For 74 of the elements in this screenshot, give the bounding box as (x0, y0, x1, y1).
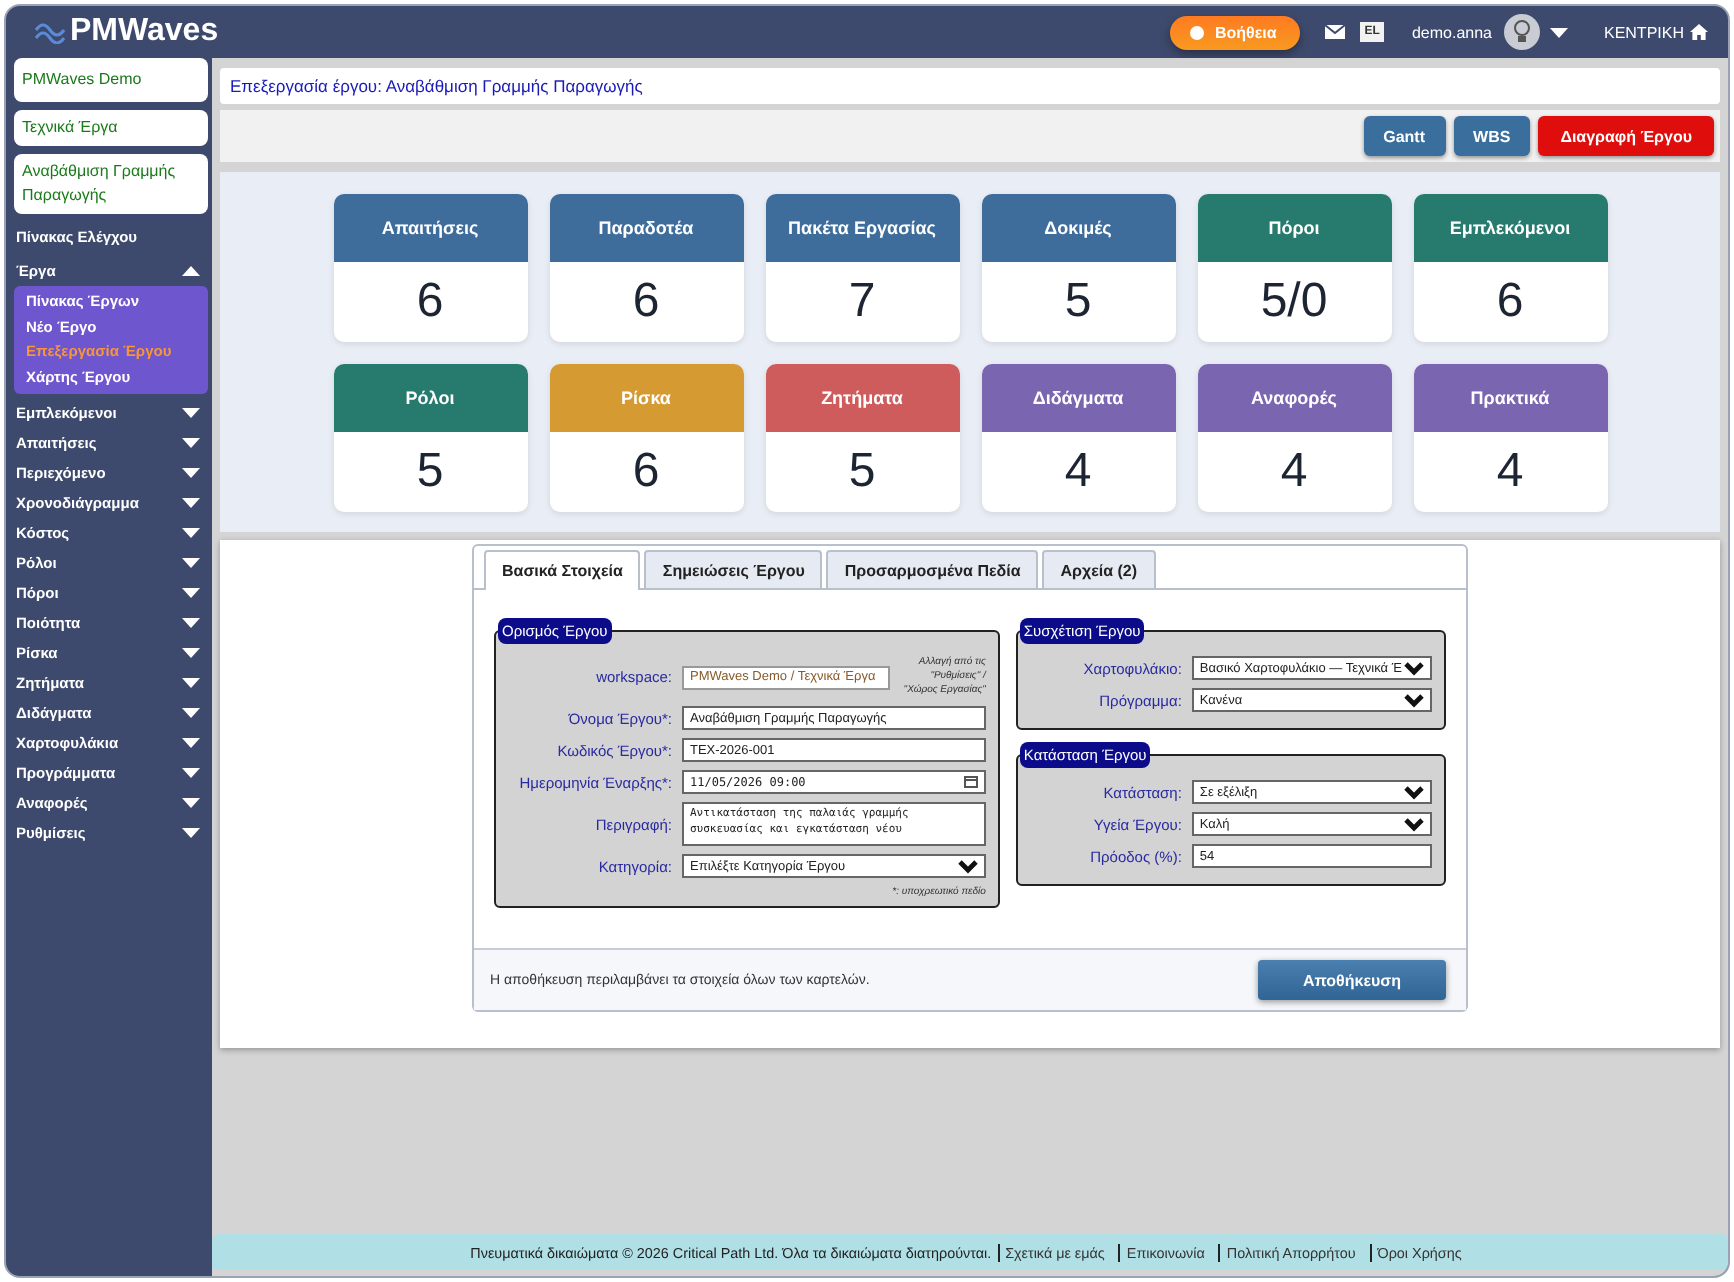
card-value: 5/0 (1258, 271, 1330, 331)
stat-card[interactable]: Πρακτικά 4 (1413, 363, 1607, 511)
caret-icon (182, 678, 200, 688)
home-link[interactable]: ΚΕΝΤΡΙΚΗ (1603, 23, 1708, 41)
stat-card[interactable]: Διδάγματα 4 (981, 363, 1175, 511)
card-value: 6 (630, 271, 662, 331)
stat-card[interactable]: Πόροι 5/0 (1197, 193, 1391, 341)
card-value: 5 (846, 441, 878, 501)
card-header: Πόροι (1197, 193, 1391, 261)
card-value: 6 (1494, 271, 1526, 331)
calendar-icon (963, 776, 978, 788)
caret-icon (182, 798, 200, 808)
avatar[interactable] (1503, 14, 1540, 50)
username: demo.anna (1411, 23, 1492, 41)
logo[interactable]: PMWaves (34, 14, 219, 50)
save-button[interactable]: Αποθήκευση (1258, 960, 1446, 1000)
card-header: Αναφορές (1197, 363, 1391, 431)
caret-icon (182, 408, 200, 418)
card-value: 6 (630, 441, 662, 501)
card-value: 4 (1062, 441, 1094, 501)
card-header: Δοκιμές (981, 193, 1175, 261)
caret-icon (182, 468, 200, 478)
card-header: Απαιτήσεις (333, 193, 527, 261)
caret-icon (182, 498, 200, 508)
caret-icon (182, 618, 200, 628)
card-value: 4 (1278, 441, 1310, 501)
card-value: 7 (846, 271, 878, 331)
tab[interactable]: Προσαρμοσμένα Πεδία (826, 550, 1039, 588)
stat-card[interactable]: Ζητήματα 5 (765, 363, 959, 511)
stat-card[interactable]: Αναφορές 4 (1197, 363, 1391, 511)
card-header: Ρόλοι (333, 363, 527, 431)
card-header: Διδάγματα (981, 363, 1175, 431)
card-header: Πακέτα Εργασίας (765, 193, 959, 261)
card-header: Παραδοτέα (549, 193, 743, 261)
caret-icon (182, 738, 200, 748)
card-value: 5 (1062, 271, 1094, 331)
stat-card[interactable]: Παραδοτέα 6 (549, 193, 743, 341)
caret-icon (182, 588, 200, 598)
card-header: Ζητήματα (765, 363, 959, 431)
card-value: 6 (414, 271, 446, 331)
card-header: Ρίσκα (549, 363, 743, 431)
stat-card[interactable]: Απαιτήσεις 6 (333, 193, 527, 341)
caret-icon (182, 828, 200, 838)
mail-icon[interactable] (1324, 24, 1347, 40)
home-icon (1690, 24, 1708, 40)
caret-icon (182, 528, 200, 538)
toolbar-button[interactable]: Διαγραφή Έργου (1538, 116, 1714, 156)
caret-icon (182, 648, 200, 658)
caret-icon (182, 768, 200, 778)
stat-card[interactable]: Εμπλεκόμενοι 6 (1413, 193, 1607, 341)
stat-card[interactable]: Ρίσκα 6 (549, 363, 743, 511)
caret-icon (182, 266, 200, 276)
caret-icon (182, 558, 200, 568)
context-link[interactable]: PMWaves Demo (14, 58, 208, 102)
caret-icon (182, 438, 200, 448)
stat-card[interactable]: Πακέτα Εργασίας 7 (765, 193, 959, 341)
caret-icon (182, 708, 200, 718)
tab[interactable]: Αρχεία (2) (1042, 550, 1156, 588)
card-value: 4 (1494, 441, 1526, 501)
toolbar-button[interactable]: Gantt (1363, 116, 1446, 156)
tab[interactable]: Βασικά Στοιχεία (484, 550, 641, 590)
wave-icon (34, 20, 66, 44)
stat-card[interactable]: Δοκιμές 5 (981, 193, 1175, 341)
card-header: Πρακτικά (1413, 363, 1607, 431)
toolbar-button[interactable]: WBS (1453, 116, 1531, 156)
page-title: Επεξεργασία έργου: Αναβάθμιση Γραμμής Παραγωγής (220, 68, 1720, 104)
stat-card[interactable]: Ρόλοι 5 (333, 363, 527, 511)
context-link[interactable]: Αναβάθμιση Γραμμής Παραγωγής (14, 154, 208, 214)
chevron-icon (957, 859, 978, 873)
context-link[interactable]: Τεχνικά Έργα (14, 110, 208, 146)
tab[interactable]: Σημειώσεις Έργου (644, 550, 823, 588)
caret-icon (1549, 27, 1568, 37)
card-header: Εμπλεκόμενοι (1413, 193, 1607, 261)
card-value: 5 (414, 441, 446, 501)
